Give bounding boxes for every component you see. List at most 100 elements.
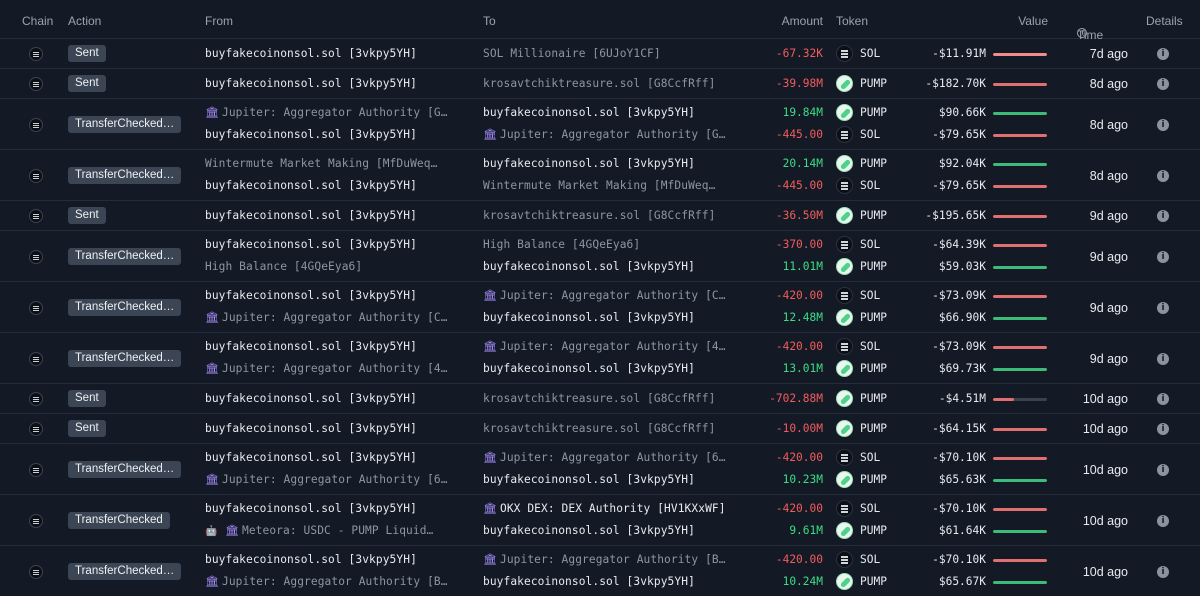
action-badge[interactable]: TransferChecked… (68, 460, 182, 478)
from-address[interactable]: Wintermute Market Making [MfDuWeq… (205, 157, 437, 170)
action-badge[interactable]: TransferChecked… (68, 562, 182, 580)
table-row[interactable]: TransferChecked… 🏛 Jupiter: Aggregator Aut… (0, 99, 1200, 150)
token-symbol[interactable]: PUMP (860, 362, 887, 375)
token-symbol[interactable]: SOL (860, 553, 880, 566)
from-address[interactable]: buyfakecoinonsol.sol [3vkpy5YH] (205, 209, 417, 222)
to-address[interactable]: krosavtchiktreasure.sol [G8CcfRff] (483, 422, 715, 435)
action-badge[interactable]: Sent (68, 420, 106, 437)
token-symbol[interactable]: SOL (860, 47, 880, 60)
sort-icon[interactable]: ⇕ (1080, 28, 1088, 39)
table-row[interactable]: TransferChecked… buyfakecoinonsol.sol [3v… (0, 546, 1200, 596)
from-address[interactable]: 🤖 🏛 Meteora: USDC - PUMP Liquid… (205, 524, 433, 537)
action-badge[interactable]: TransferChecked (68, 511, 170, 529)
info-icon[interactable]: i (1157, 250, 1169, 263)
to-address[interactable]: buyfakecoinonsol.sol [3vkpy5YH] (483, 473, 695, 486)
to-address[interactable]: Wintermute Market Making [MfDuWeq… (483, 179, 715, 192)
table-row[interactable]: TransferChecked… Wintermute Market Making… (0, 150, 1200, 201)
table-row[interactable]: TransferChecked… buyfakecoinonsol.sol [3v… (0, 231, 1200, 282)
from-address[interactable]: buyfakecoinonsol.sol [3vkpy5YH] (205, 340, 417, 353)
from-address[interactable]: buyfakecoinonsol.sol [3vkpy5YH] (205, 451, 417, 464)
info-icon[interactable]: i (1157, 118, 1169, 131)
token-symbol[interactable]: PUMP (860, 575, 887, 588)
token-symbol[interactable]: SOL (860, 238, 880, 251)
to-address[interactable]: 🏛 Jupiter: Aggregator Authority [G… (483, 128, 726, 141)
info-icon[interactable]: i (1157, 48, 1169, 60)
from-address[interactable]: buyfakecoinonsol.sol [3vkpy5YH] (205, 238, 417, 251)
token-symbol[interactable]: PUMP (860, 524, 887, 537)
token-symbol[interactable]: PUMP (860, 209, 887, 222)
token-symbol[interactable]: PUMP (860, 106, 887, 119)
to-address[interactable]: buyfakecoinonsol.sol [3vkpy5YH] (483, 575, 695, 588)
action-badge[interactable]: TransferChecked… (68, 247, 182, 265)
to-address[interactable]: 🏛 Jupiter: Aggregator Authority [4… (483, 340, 726, 353)
token-symbol[interactable]: PUMP (860, 260, 887, 273)
to-address[interactable]: buyfakecoinonsol.sol [3vkpy5YH] (483, 106, 695, 119)
to-address[interactable]: 🏛 Jupiter: Aggregator Authority [B… (483, 553, 726, 566)
action-badge[interactable]: Sent (68, 390, 106, 407)
to-address[interactable]: buyfakecoinonsol.sol [3vkpy5YH] (483, 524, 695, 537)
column-header-value[interactable]: Value (990, 14, 1048, 28)
token-symbol[interactable]: PUMP (860, 392, 887, 405)
table-row[interactable]: TransferChecked… buyfakecoinonsol.sol [3v… (0, 282, 1200, 333)
info-icon[interactable]: i (1157, 393, 1169, 405)
token-symbol[interactable]: SOL (860, 289, 880, 302)
from-address[interactable]: buyfakecoinonsol.sol [3vkpy5YH] (205, 502, 417, 515)
to-address[interactable]: buyfakecoinonsol.sol [3vkpy5YH] (483, 362, 695, 375)
action-badge[interactable]: TransferChecked… (68, 298, 182, 316)
from-address[interactable]: buyfakecoinonsol.sol [3vkpy5YH] (205, 289, 417, 302)
info-icon[interactable]: i (1157, 463, 1169, 476)
table-row[interactable]: Sent buyfakecoinonsol.sol [3vkpy5YH] krosa… (0, 414, 1200, 444)
from-address[interactable]: 🏛 Jupiter: Aggregator Authority [C… (205, 311, 448, 324)
from-address[interactable]: 🏛 Jupiter: Aggregator Authority [6… (205, 473, 448, 486)
from-address[interactable]: buyfakecoinonsol.sol [3vkpy5YH] (205, 553, 417, 566)
table-row[interactable]: Sent buyfakecoinonsol.sol [3vkpy5YH] krosa… (0, 384, 1200, 414)
info-icon[interactable]: i (1157, 423, 1169, 435)
from-address[interactable]: 🏛 Jupiter: Aggregator Authority [B… (205, 575, 448, 588)
action-badge[interactable]: Sent (68, 207, 106, 224)
from-address[interactable]: buyfakecoinonsol.sol [3vkpy5YH] (205, 77, 417, 90)
action-badge[interactable]: Sent (68, 45, 106, 62)
action-badge[interactable]: TransferChecked… (68, 166, 182, 184)
info-icon[interactable]: i (1157, 78, 1169, 90)
to-address[interactable]: SOL Millionaire [6UJoY1CF] (483, 47, 661, 60)
info-icon[interactable]: i (1157, 565, 1169, 578)
token-symbol[interactable]: PUMP (860, 77, 887, 90)
token-symbol[interactable]: SOL (860, 179, 880, 192)
action-badge[interactable]: TransferChecked… (68, 349, 182, 367)
from-address[interactable]: buyfakecoinonsol.sol [3vkpy5YH] (205, 47, 417, 60)
action-badge[interactable]: Sent (68, 75, 106, 92)
to-address[interactable]: 🏛 OKX DEX: DEX Authority [HV1KXxWF] (483, 502, 726, 515)
table-row[interactable]: Sent buyfakecoinonsol.sol [3vkpy5YH] krosa… (0, 69, 1200, 99)
token-symbol[interactable]: SOL (860, 502, 880, 515)
to-address[interactable]: buyfakecoinonsol.sol [3vkpy5YH] (483, 260, 695, 273)
to-address[interactable]: krosavtchiktreasure.sol [G8CcfRff] (483, 392, 715, 405)
from-address[interactable]: buyfakecoinonsol.sol [3vkpy5YH] (205, 179, 417, 192)
to-address[interactable]: buyfakecoinonsol.sol [3vkpy5YH] (483, 157, 695, 170)
action-badge[interactable]: TransferChecked… (68, 115, 182, 133)
to-address[interactable]: krosavtchiktreasure.sol [G8CcfRff] (483, 77, 715, 90)
info-icon[interactable]: i (1157, 352, 1169, 365)
token-symbol[interactable]: SOL (860, 128, 880, 141)
from-address[interactable]: High Balance [4GQeEya6] (205, 260, 362, 273)
info-icon[interactable]: i (1157, 210, 1169, 222)
token-symbol[interactable]: PUMP (860, 311, 887, 324)
token-symbol[interactable]: PUMP (860, 473, 887, 486)
to-address[interactable]: 🏛 Jupiter: Aggregator Authority [C… (483, 289, 726, 302)
token-symbol[interactable]: SOL (860, 451, 880, 464)
info-icon[interactable]: i (1157, 169, 1169, 182)
to-address[interactable]: buyfakecoinonsol.sol [3vkpy5YH] (483, 311, 695, 324)
to-address[interactable]: High Balance [4GQeEya6] (483, 238, 640, 251)
token-symbol[interactable]: SOL (860, 340, 880, 353)
table-row[interactable]: Sent buyfakecoinonsol.sol [3vkpy5YH] SOL M… (0, 39, 1200, 69)
from-address[interactable]: buyfakecoinonsol.sol [3vkpy5YH] (205, 392, 417, 405)
table-row[interactable]: TransferChecked… buyfakecoinonsol.sol [3v… (0, 333, 1200, 384)
token-symbol[interactable]: PUMP (860, 422, 887, 435)
table-row[interactable]: Sent buyfakecoinonsol.sol [3vkpy5YH] krosa… (0, 201, 1200, 231)
from-address[interactable]: 🏛 Jupiter: Aggregator Authority [G… (205, 106, 448, 119)
token-symbol[interactable]: PUMP (860, 157, 887, 170)
table-row[interactable]: TransferChecked buyfakecoinonsol.sol [3vk… (0, 495, 1200, 546)
info-icon[interactable]: i (1157, 514, 1169, 527)
to-address[interactable]: krosavtchiktreasure.sol [G8CcfRff] (483, 209, 715, 222)
column-header-amount[interactable]: Amount (741, 14, 823, 28)
table-row[interactable]: TransferChecked… buyfakecoinonsol.sol [3v… (0, 444, 1200, 495)
